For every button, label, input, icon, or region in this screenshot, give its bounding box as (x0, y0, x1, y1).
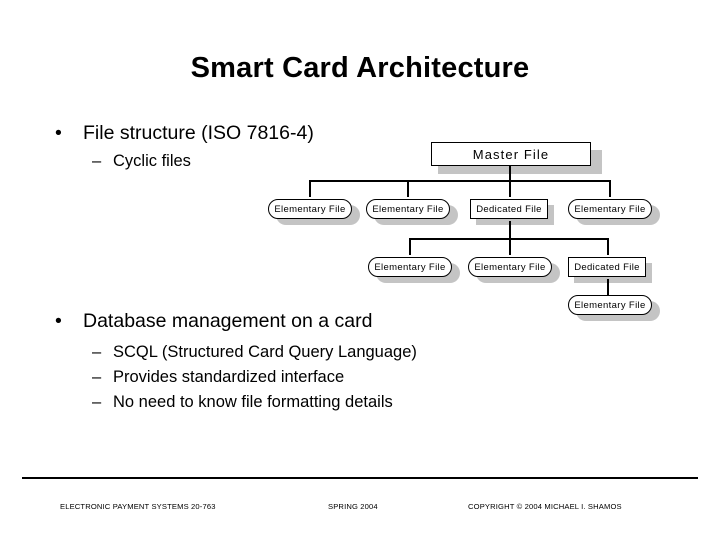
diagram-node-elementary-file-1[interactable]: Elementary File (268, 199, 352, 219)
bullet-marker-icon: • (55, 310, 62, 332)
edge-mf-df1 (509, 180, 511, 197)
footer-copyright-label: COPYRIGHT © 2004 MICHAEL I. SHAMOS (468, 502, 622, 511)
bullet-marker-icon: • (55, 122, 62, 144)
node-shadow-ef4 (376, 263, 460, 283)
slide-canvas: Smart Card Architecture • File structure … (0, 0, 720, 540)
edge-mf-ef1 (309, 180, 311, 197)
edge-df2-ef6 (607, 279, 609, 296)
edge-row2-bus (409, 238, 609, 240)
dash-marker-icon: – (92, 393, 102, 411)
diagram-node-elementary-file-4[interactable]: Elementary File (368, 257, 452, 277)
node-shadow-ef5 (476, 263, 560, 283)
diagram-node-elementary-file-5[interactable]: Elementary File (468, 257, 552, 277)
sub-bullet-scql: – SCQL (Structured Card Query Language) (92, 343, 417, 362)
footer-term-label: SPRING 2004 (328, 502, 378, 511)
node-shadow-ef2 (374, 205, 458, 225)
edge-df1-ef4 (409, 238, 411, 255)
bullet-label: Database management on a card (83, 310, 373, 332)
edge-df1-ef5 (509, 238, 511, 255)
node-shadow-ef1 (276, 205, 360, 225)
dash-marker-icon: – (92, 152, 102, 170)
bullet-database-management: • Database management on a card (55, 310, 372, 333)
footer-course-label: ELECTRONIC PAYMENT SYSTEMS 20-763 (60, 502, 216, 511)
sub-bullet-cyclic-files: – Cyclic files (92, 152, 191, 171)
node-shadow-df1 (476, 205, 554, 225)
diagram-node-dedicated-file-2[interactable]: Dedicated File (568, 257, 646, 277)
node-shadow-df2 (574, 263, 652, 283)
sub-bullet-label: Provides standardized interface (113, 368, 345, 386)
edge-df1-trunk (509, 221, 511, 239)
dash-marker-icon: – (92, 343, 102, 361)
sub-bullet-file-formatting: – No need to know file formatting details (92, 393, 393, 412)
node-shadow-ef6 (576, 301, 660, 321)
sub-bullet-label: Cyclic files (113, 152, 191, 170)
edge-df1-df2 (607, 238, 609, 255)
sub-bullet-label: SCQL (Structured Card Query Language) (113, 343, 417, 361)
diagram-node-master-file[interactable]: Master File (431, 142, 591, 166)
diagram-node-elementary-file-6[interactable]: Elementary File (568, 295, 652, 315)
node-shadow-mf (438, 150, 602, 174)
edge-mf-ef3 (609, 180, 611, 197)
diagram-node-elementary-file-3[interactable]: Elementary File (568, 199, 652, 219)
dash-marker-icon: – (92, 368, 102, 386)
bullet-file-structure: • File structure (ISO 7816-4) (55, 122, 314, 145)
bullet-label: File structure (ISO 7816-4) (83, 122, 314, 144)
diagram-node-elementary-file-2[interactable]: Elementary File (366, 199, 450, 219)
footer-divider (22, 477, 698, 479)
edge-row1-bus (309, 180, 611, 182)
page-title: Smart Card Architecture (190, 52, 530, 84)
sub-bullet-standardized-interface: – Provides standardized interface (92, 368, 344, 387)
diagram-node-dedicated-file-1[interactable]: Dedicated File (470, 199, 548, 219)
sub-bullet-label: No need to know file formatting details (113, 393, 393, 411)
edge-mf-ef2 (407, 180, 409, 197)
edge-mf-trunk (509, 166, 511, 181)
node-shadow-ef3 (576, 205, 660, 225)
